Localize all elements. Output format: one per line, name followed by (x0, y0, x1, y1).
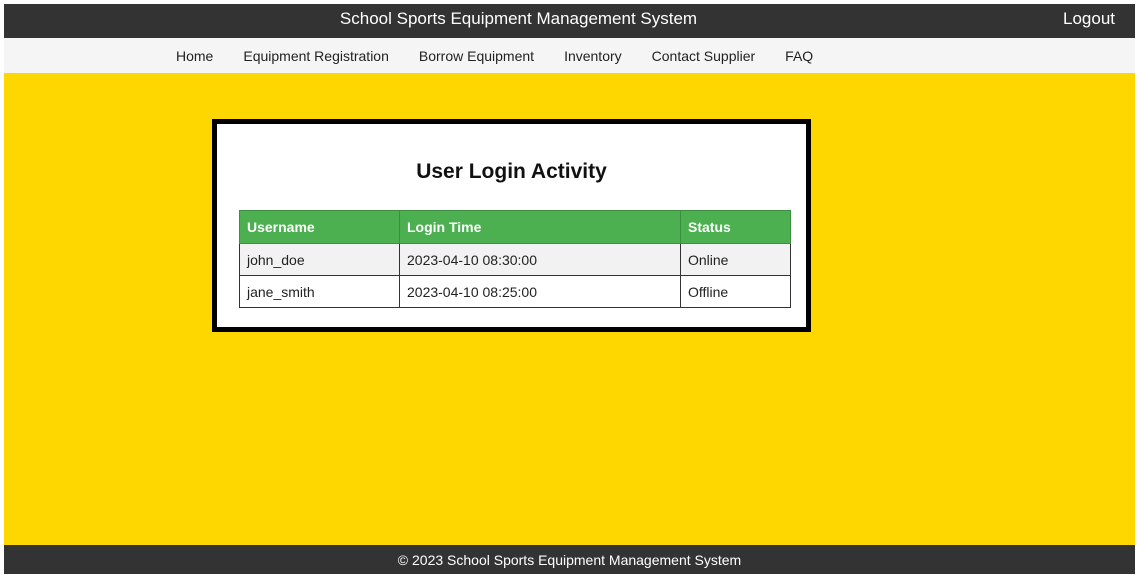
nav-item-faq[interactable]: FAQ (785, 48, 813, 64)
nav-item-borrow-equipment[interactable]: Borrow Equipment (419, 48, 534, 64)
logout-link[interactable]: Logout (1063, 4, 1115, 38)
cell-login-time: 2023-04-10 08:25:00 (399, 275, 681, 308)
nav-item-inventory[interactable]: Inventory (564, 48, 622, 64)
login-activity-card: User Login Activity Username Login Time … (212, 119, 811, 332)
footer: © 2023 School Sports Equipment Managemen… (4, 545, 1135, 574)
nav-item-contact-supplier[interactable]: Contact Supplier (652, 48, 756, 64)
nav-menu: Home Equipment Registration Borrow Equip… (176, 38, 843, 73)
nav-item-equipment-registration[interactable]: Equipment Registration (243, 48, 389, 64)
login-activity-table: Username Login Time Status john_doe 2023… (239, 210, 791, 308)
cell-username: jane_smith (239, 275, 400, 308)
table-header-row: Username Login Time Status (239, 210, 791, 244)
column-header-login-time: Login Time (399, 210, 681, 244)
cell-status: Online (680, 243, 791, 276)
table-row: jane_smith 2023-04-10 08:25:00 Offline (239, 275, 791, 308)
column-header-username: Username (239, 210, 400, 244)
table-row: john_doe 2023-04-10 08:30:00 Online (239, 243, 791, 276)
cell-username: john_doe (239, 243, 400, 276)
card-title: User Login Activity (416, 160, 607, 183)
nav-bar: Home Equipment Registration Borrow Equip… (4, 38, 1135, 73)
column-header-status: Status (680, 210, 791, 244)
app-title: School Sports Equipment Management Syste… (339, 9, 698, 28)
cell-login-time: 2023-04-10 08:30:00 (399, 243, 681, 276)
nav-item-home[interactable]: Home (176, 48, 213, 64)
cell-status: Offline (680, 275, 791, 308)
page-frame: School Sports Equipment Management Syste… (4, 4, 1135, 574)
top-bar: School Sports Equipment Management Syste… (4, 4, 1135, 38)
